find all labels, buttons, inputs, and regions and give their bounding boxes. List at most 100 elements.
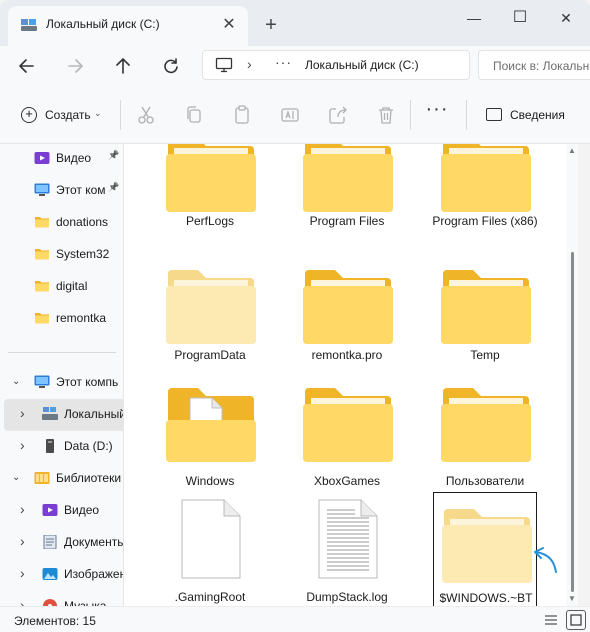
item-name: Temp: [470, 348, 500, 362]
folder-icon: [435, 144, 535, 216]
breadcrumb-separator-icon[interactable]: ›: [247, 56, 252, 72]
chevron-right-icon[interactable]: ›: [20, 501, 30, 517]
file-item[interactable]: .GamingRoot: [147, 498, 273, 606]
paste-icon[interactable]: [230, 103, 254, 127]
sidebar-item[interactable]: › Data (D:): [0, 431, 123, 463]
folder-item[interactable]: Program Files (x86): [422, 144, 548, 254]
sidebar-item[interactable]: remontka: [0, 303, 123, 335]
arrow-right-icon: [68, 59, 83, 73]
create-new-button[interactable]: + Создать ⌄: [14, 100, 108, 130]
monitor-icon: [34, 375, 50, 389]
sidebar-item[interactable]: donations: [0, 207, 123, 239]
file-item[interactable]: DumpStack.log: [284, 498, 410, 606]
items-count: Элементов: 15: [14, 614, 96, 628]
pin-icon: 📌: [108, 182, 120, 192]
video-icon: [34, 151, 50, 165]
search-input[interactable]: Поиск в: Локальн: [478, 50, 590, 80]
folder-item[interactable]: Пользователи: [422, 384, 548, 504]
toolbar-divider: [410, 100, 411, 130]
details-pane-button[interactable]: Сведения: [484, 102, 584, 128]
folder-icon: [34, 247, 50, 261]
breadcrumb-local-disk[interactable]: Локальный диск (C:): [305, 58, 419, 72]
folder-icon: [34, 215, 50, 229]
vertical-scrollbar[interactable]: ▲ ▼: [566, 144, 578, 606]
tab-close-button[interactable]: ✕: [218, 14, 240, 36]
create-label: Создать: [45, 108, 91, 122]
sidebar-item-label: donations: [56, 215, 109, 229]
folder-icon: [297, 384, 397, 466]
toolbar-divider: [466, 100, 467, 130]
delete-icon[interactable]: [374, 103, 398, 127]
address-bar[interactable]: › ··· Локальный диск (C:): [202, 50, 470, 80]
navigation-pane: Видео 📌 Этот ком 📌 donations System32 digital r…: [0, 144, 124, 606]
share-icon[interactable]: [326, 103, 350, 127]
sidebar-item-label: Data (D:): [64, 439, 113, 453]
details-label: Сведения: [510, 108, 565, 122]
folder-item[interactable]: remontka.pro: [284, 266, 410, 386]
folder-icon: [34, 311, 50, 325]
scroll-down-icon[interactable]: ▼: [568, 594, 576, 603]
toolbar-divider: [120, 100, 121, 130]
sidebar-item[interactable]: › Изображения: [0, 559, 123, 591]
sidebar-item[interactable]: digital: [0, 271, 123, 303]
item-name: DumpStack.log: [306, 590, 388, 604]
new-tab-button[interactable]: +: [258, 13, 284, 39]
close-window-button[interactable]: ✕: [544, 4, 588, 32]
breadcrumb-overflow-button[interactable]: ···: [275, 54, 292, 70]
sidebar-item[interactable]: Видео 📌: [0, 144, 123, 175]
folder-item[interactable]: Program Files: [284, 144, 410, 254]
file-icon: [297, 498, 397, 580]
details-view-icon[interactable]: [542, 611, 560, 629]
back-button[interactable]: [10, 51, 44, 81]
sidebar-item[interactable]: Этот ком 📌: [0, 175, 123, 207]
scrollbar-thumb[interactable]: [571, 252, 574, 592]
minimize-button[interactable]: —: [452, 4, 496, 32]
folder-item[interactable]: $WINDOWS.~BT: [433, 492, 537, 606]
sidebar-item[interactable]: › Музыка: [0, 591, 123, 606]
chevron-right-icon[interactable]: ›: [20, 437, 30, 453]
sidebar-item-label: Локальный: [64, 407, 124, 421]
folder-icon: [160, 144, 260, 216]
folder-item[interactable]: XboxGames: [284, 384, 410, 504]
music-icon: [42, 599, 58, 606]
folder-item[interactable]: ProgramData: [147, 266, 273, 386]
navigation-bar: › ··· Локальный диск (C:) Поиск в: Локал…: [0, 46, 590, 86]
chevron-right-icon[interactable]: ›: [20, 405, 30, 421]
sidebar-item[interactable]: System32: [0, 239, 123, 271]
cut-icon[interactable]: [134, 103, 158, 127]
maximize-button[interactable]: ☐: [498, 4, 542, 32]
item-name: ProgramData: [174, 348, 246, 362]
refresh-button[interactable]: [154, 51, 188, 81]
sidebar-item[interactable]: ⌄ Библиотеки: [0, 463, 123, 495]
chevron-right-icon[interactable]: ›: [20, 597, 30, 606]
large-icons-view-icon[interactable]: [566, 610, 586, 630]
up-button[interactable]: [106, 51, 140, 81]
tab-local-disk[interactable]: Локальный диск (C:) ✕: [8, 6, 248, 46]
drive-icon: [42, 439, 58, 453]
sidebar-item-label: Этот ком: [56, 183, 106, 197]
folder-item[interactable]: Windows: [147, 384, 273, 504]
rename-icon[interactable]: [278, 103, 302, 127]
folder-item[interactable]: Temp: [422, 266, 548, 386]
chevron-down-icon[interactable]: ⌄: [12, 376, 22, 387]
file-list: PerfLogs Program Files Program Files (x8…: [124, 144, 578, 606]
chevron-right-icon[interactable]: ›: [20, 565, 30, 581]
sidebar-item-label: Видео: [56, 151, 92, 165]
chevron-right-icon[interactable]: ›: [20, 533, 30, 549]
more-options-button[interactable]: ···: [424, 99, 450, 128]
forward-button[interactable]: [58, 51, 92, 81]
sidebar-item-label: Документы: [64, 535, 124, 549]
sidebar-item[interactable]: › Видео: [0, 495, 123, 527]
item-name: remontka.pro: [311, 348, 383, 362]
sidebar-item[interactable]: ⌄ Этот компь: [0, 367, 123, 399]
file-icon: [160, 498, 260, 580]
scroll-up-icon[interactable]: ▲: [568, 146, 576, 155]
sidebar-item[interactable]: › Локальный: [4, 399, 124, 431]
sidebar-item[interactable]: › Документы: [0, 527, 124, 559]
folder-item[interactable]: PerfLogs: [147, 144, 273, 254]
copy-icon[interactable]: [182, 103, 206, 127]
folder-icon: [297, 266, 397, 348]
chevron-down-icon[interactable]: ⌄: [12, 472, 22, 483]
monitor-icon: [34, 183, 50, 197]
chevron-down-icon: ⌄: [94, 108, 102, 118]
